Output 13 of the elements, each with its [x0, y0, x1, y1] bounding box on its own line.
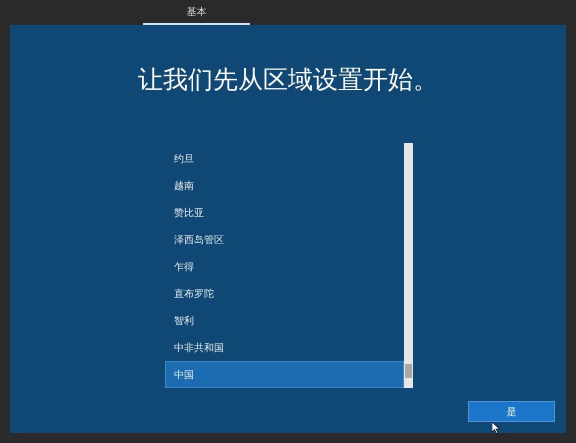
region-list-item[interactable]: 赞比亚: [165, 199, 404, 226]
region-list-item[interactable]: 乍得: [165, 253, 404, 280]
yes-button[interactable]: 是: [468, 401, 555, 422]
mouse-pointer-icon: [492, 422, 500, 434]
page-title: 让我们先从区域设置开始。: [138, 64, 438, 96]
region-list-item[interactable]: 智利: [165, 307, 404, 334]
region-list-item[interactable]: 约旦: [165, 145, 404, 172]
region-list-item[interactable]: 泽西岛管区: [165, 226, 404, 253]
region-list-item[interactable]: 直布罗陀: [165, 280, 404, 307]
region-list-item[interactable]: 中非共和国: [165, 334, 404, 361]
region-list-item[interactable]: 中国: [165, 361, 404, 388]
region-list-item[interactable]: 越南: [165, 172, 404, 199]
scrollbar[interactable]: [404, 143, 413, 388]
